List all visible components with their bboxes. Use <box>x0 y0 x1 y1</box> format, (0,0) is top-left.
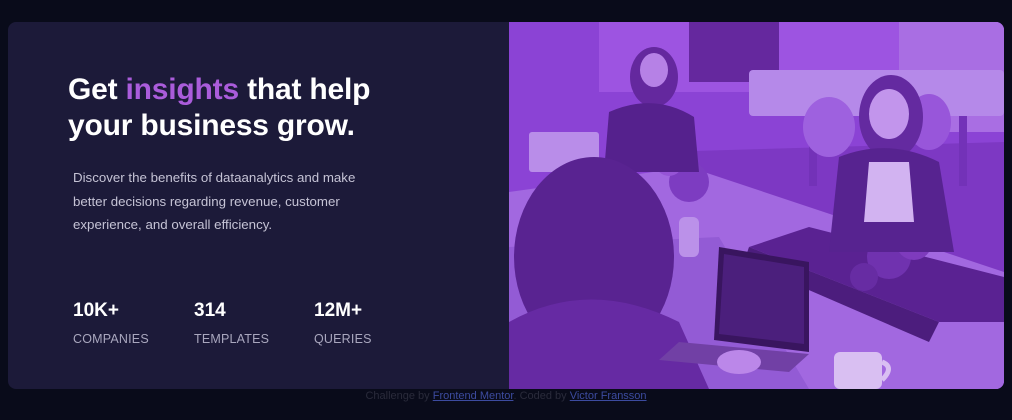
stat-companies: 10K+ COMPANIES <box>73 299 149 347</box>
stat-label: QUERIES <box>314 332 372 346</box>
stat-queries: 12M+ QUERIES <box>314 299 372 347</box>
stat-value: 10K+ <box>73 300 119 321</box>
author-link[interactable]: Victor Fransson <box>570 390 647 402</box>
stats-preview-card: Get insights that help your business gro… <box>8 22 1004 389</box>
stat-value: 12M+ <box>314 300 363 321</box>
headline: Get insights that help your business gro… <box>68 72 428 144</box>
attribution-prefix: Challenge by <box>365 390 430 402</box>
stat-value: 314 <box>194 300 226 321</box>
hero-image <box>509 22 1004 389</box>
frontend-mentor-link[interactable]: Frontend Mentor <box>433 390 514 402</box>
stat-label: TEMPLATES <box>194 332 270 346</box>
stat-templates: 314 TEMPLATES <box>194 299 269 347</box>
headline-accent: insights <box>125 73 240 106</box>
headline-start: Get <box>68 73 126 106</box>
office-photo-illustration <box>509 22 1004 389</box>
attribution: Challenge by Frontend Mentor. Coded by V… <box>0 389 1012 403</box>
card-content: Get insights that help your business gro… <box>8 22 509 389</box>
description: Discover the benefits of dataanalytics a… <box>73 170 356 232</box>
attribution-middle: . Coded by <box>513 390 567 402</box>
stats-list: 10K+ COMPANIES 314 TEMPLATES 12M+ QUERIE… <box>73 299 493 349</box>
stat-label: COMPANIES <box>73 332 149 346</box>
